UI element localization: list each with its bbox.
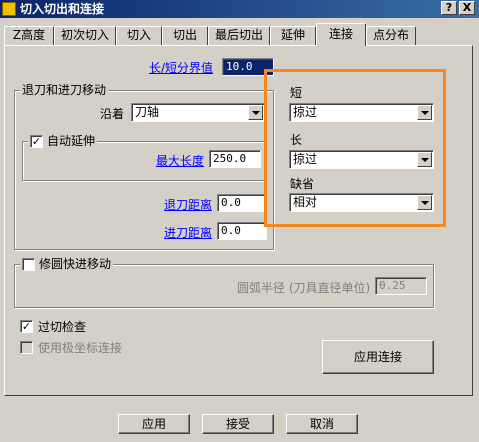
approach-distance-label[interactable]: 进刀距离 <box>164 224 212 241</box>
app-icon <box>2 2 16 16</box>
close-button[interactable]: X <box>459 1 475 15</box>
auto-extend-header: ✓ 自动延伸 <box>28 134 98 148</box>
arc-rapid-label[interactable]: 修圆快进移动 <box>39 257 111 271</box>
retract-distance-input[interactable]: 0.0 <box>217 194 267 212</box>
auto-extend-checkbox[interactable]: ✓ <box>30 134 43 148</box>
tab-links[interactable]: 连接 <box>316 23 366 46</box>
max-length-label[interactable]: 最大长度 <box>156 152 204 169</box>
auto-extend-label[interactable]: 自动延伸 <box>47 134 95 148</box>
default-link-combo[interactable]: 相对 <box>289 193 434 212</box>
cancel-button[interactable]: 取消 <box>286 414 358 434</box>
window-title: 切入切出和连接 <box>20 2 105 16</box>
chevron-down-icon[interactable] <box>417 152 432 167</box>
tab-lead-in[interactable]: 切入 <box>116 26 162 45</box>
long-link-value: 掠过 <box>293 152 318 166</box>
tab-z-height[interactable]: Z高度 <box>4 26 54 45</box>
arc-rapid-header: 修圆快进移动 <box>20 257 114 271</box>
chevron-down-icon[interactable] <box>248 105 263 120</box>
polar-row: 使用极坐标连接 <box>20 339 122 356</box>
approach-distance-input[interactable]: 0.0 <box>217 222 267 240</box>
help-button[interactable]: ? <box>441 1 457 15</box>
gouge-check-checkbox[interactable]: ✓ <box>20 320 33 333</box>
tab-point-distribution[interactable]: 点分布 <box>366 26 416 45</box>
chevron-down-icon[interactable] <box>417 195 432 210</box>
accept-button[interactable]: 接受 <box>202 414 274 434</box>
arc-radius-label: 圆弧半径 (刀具直径单位) <box>237 281 371 295</box>
polar-checkbox <box>20 341 33 354</box>
length-threshold-input[interactable]: 10.0 <box>222 58 274 76</box>
gouge-check-row: ✓ 过切检查 <box>20 318 86 335</box>
tab-lead-out[interactable]: 切出 <box>162 26 208 45</box>
along-label: 沿着 <box>100 107 125 121</box>
short-link-combo[interactable]: 掠过 <box>289 103 434 122</box>
default-link-label: 缺省 <box>290 177 315 191</box>
max-length-input[interactable]: 250.0 <box>209 150 261 168</box>
gouge-check-label[interactable]: 过切检查 <box>38 318 86 335</box>
tab-first-lead-in[interactable]: 初次切入 <box>54 26 116 45</box>
short-link-value: 掠过 <box>293 105 318 119</box>
default-link-value: 相对 <box>293 195 318 209</box>
arc-rapid-checkbox[interactable] <box>22 257 35 271</box>
arc-radius-input[interactable]: 0.25 <box>375 277 427 295</box>
polar-label: 使用极坐标连接 <box>38 341 123 355</box>
length-threshold-label[interactable]: 长/短分界值 <box>149 59 213 76</box>
long-link-label: 长 <box>290 133 303 147</box>
apply-button[interactable]: 应用 <box>118 414 190 434</box>
apply-links-button[interactable]: 应用连接 <box>322 340 434 374</box>
along-combo[interactable]: 刀轴 <box>131 103 265 122</box>
chevron-down-icon[interactable] <box>417 105 432 120</box>
long-link-combo[interactable]: 掠过 <box>289 150 434 169</box>
tab-last-lead-out[interactable]: 最后切出 <box>208 26 270 45</box>
along-combo-value: 刀轴 <box>135 105 160 119</box>
tab-extension[interactable]: 延伸 <box>270 26 316 45</box>
retract-approach-group-title: 退刀和进刀移动 <box>20 83 109 97</box>
retract-distance-label[interactable]: 退刀距离 <box>164 196 212 213</box>
short-link-label: 短 <box>290 86 303 100</box>
